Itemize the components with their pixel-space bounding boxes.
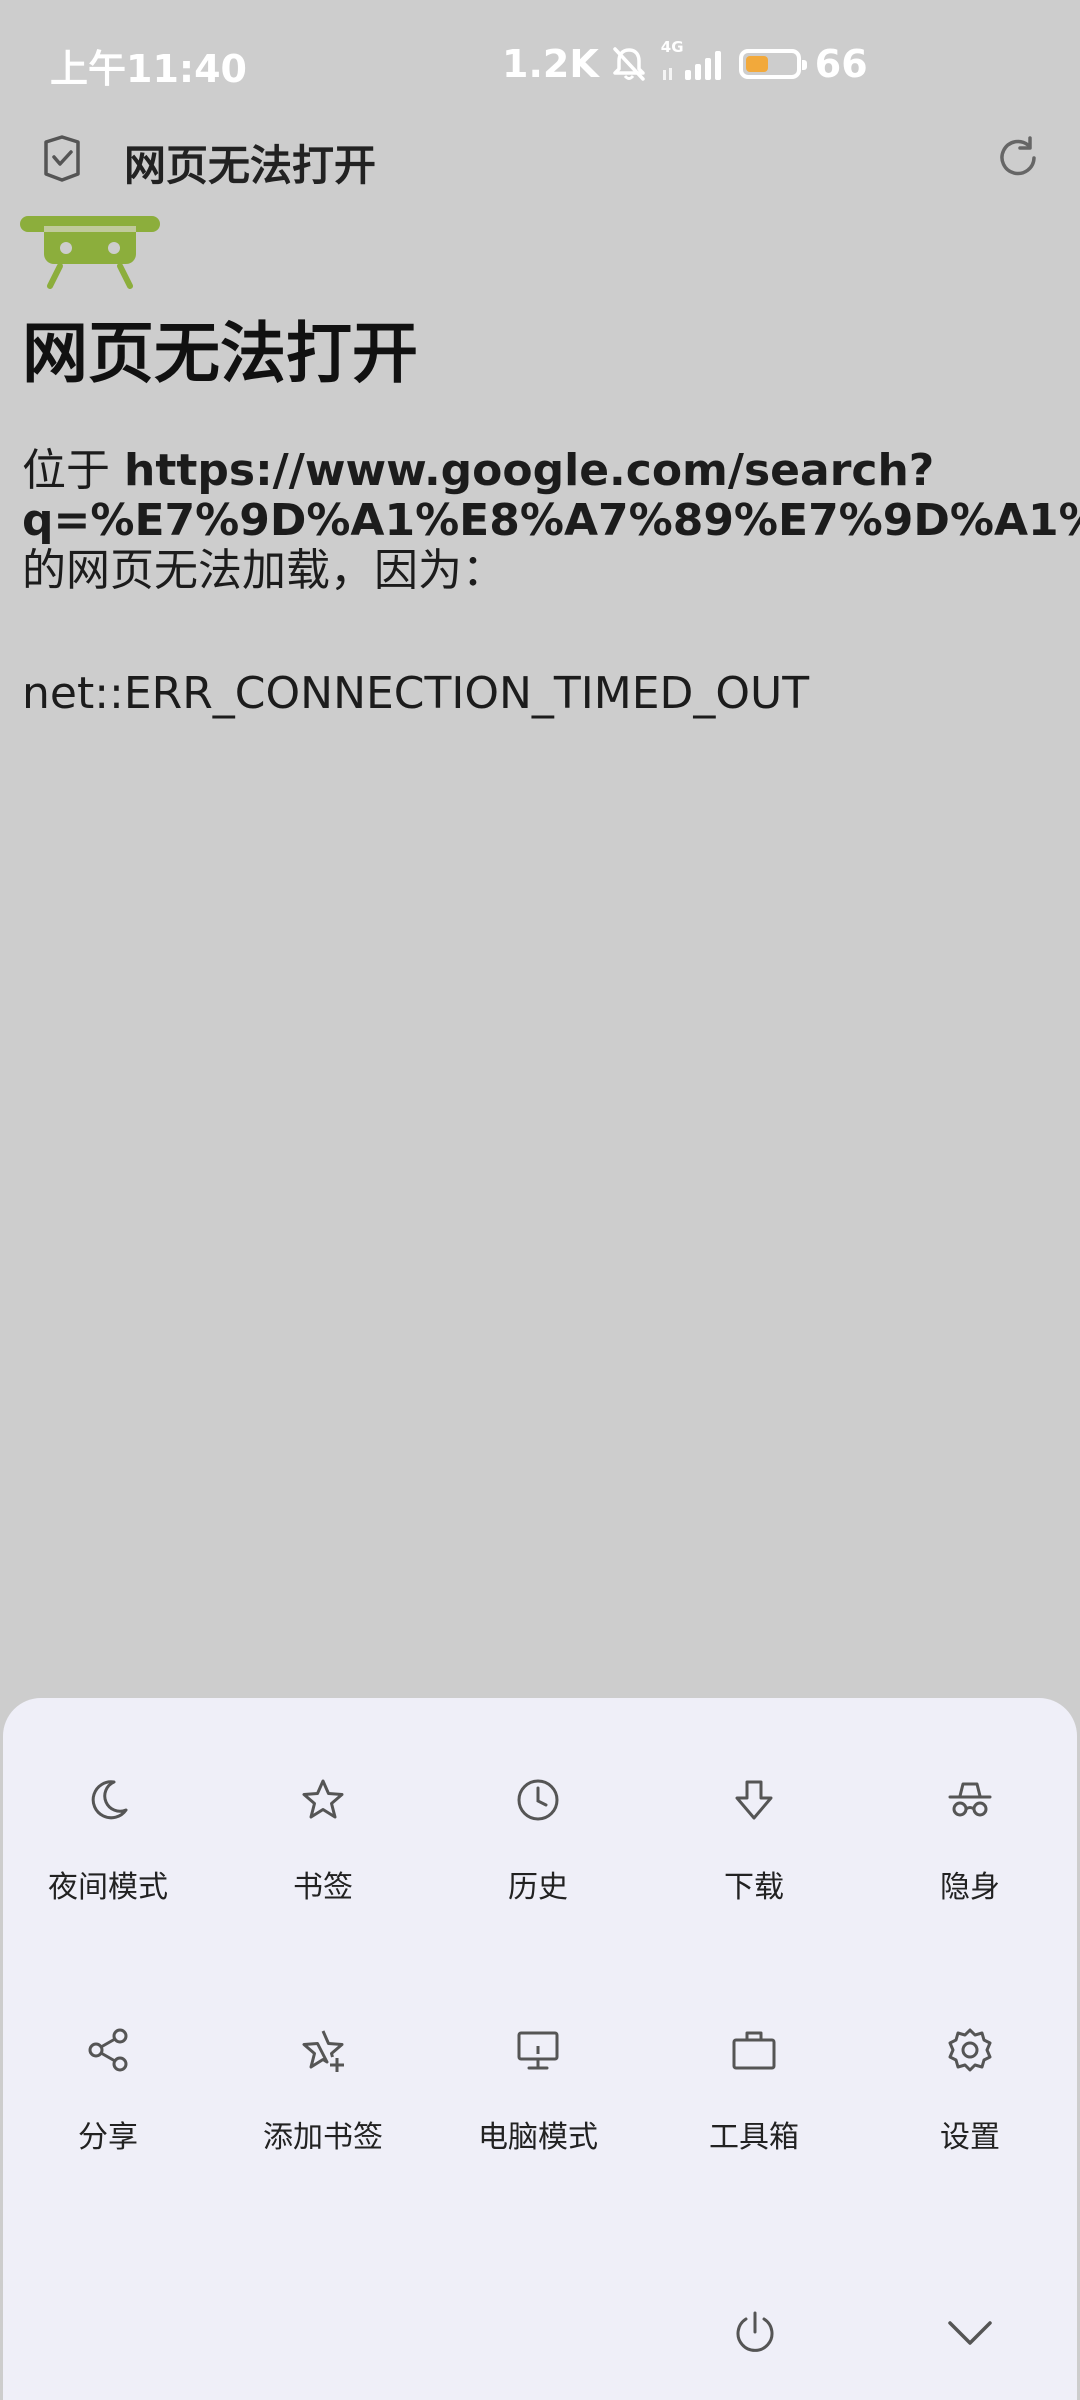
star-plus-icon [299,2026,347,2074]
failed-url-part2: q=%E7%9D%A1%E8%A7%89%E7%9D%A1%E8%A7%89 [22,495,1080,546]
menu-label-history: 历史 [508,1870,568,1905]
error-description: 位于 https://www.google.com/search? q=%E7%… [22,446,1080,596]
menu-label-bookmarks: 书签 [293,1870,353,1905]
bell-muted-icon [609,44,649,84]
shield-check-icon[interactable] [38,132,86,184]
menu-history[interactable]: 历史 [448,1776,628,1976]
menu-desktop-mode[interactable]: 电脑模式 [448,2026,628,2226]
signal-icon: 4G [659,38,729,84]
share-icon [84,2026,132,2074]
clock-icon [514,1776,562,1824]
status-bar: 上午11:40 1.2K 4G 66 [0,0,1080,128]
android-logo [20,216,160,292]
menu-label-night-mode: 夜间模式 [48,1870,168,1905]
page-title: 网页无法打开 [124,141,377,190]
prefix-text: 位于 [22,446,124,496]
menu-night-mode[interactable]: 夜间模式 [18,1776,198,1976]
error-heading: 网页无法打开 [22,315,418,392]
menu-downloads[interactable]: 下载 [664,1776,844,1976]
network-type-label: 4G [660,38,684,56]
menu-label-downloads: 下载 [724,1870,784,1905]
refresh-icon[interactable] [992,132,1044,184]
status-time: 上午11:40 [50,47,247,91]
status-indicators: 1.2K 4G 66 [502,36,868,92]
browser-screen: 上午11:40 1.2K 4G 66 网页无法打开 网页无法打开 位于 http… [0,0,1080,2400]
battery-icon [738,49,807,79]
toolbox-icon [730,2026,778,2074]
power-icon[interactable] [730,2308,780,2358]
failed-url-part1: https://www.google.com/search? [124,446,935,496]
menu-toolbox[interactable]: 工具箱 [664,2026,844,2226]
chevron-down-icon[interactable] [944,2308,996,2358]
menu-label-settings: 设置 [940,2120,1000,2155]
menu-incognito[interactable]: 隐身 [880,1776,1060,1976]
incognito-icon [946,1776,994,1824]
menu-label-incognito: 隐身 [940,1870,1000,1905]
menu-label-add-bookmark: 添加书签 [263,2120,383,2155]
menu-label-desktop-mode: 电脑模式 [478,2120,598,2155]
download-icon [730,1776,778,1824]
battery-percent: 66 [814,42,868,86]
net-speed: 1.2K [502,42,599,86]
title-bar: 网页无法打开 [0,118,1080,198]
suffix-text: 的网页无法加载，因为： [22,545,506,596]
menu-label-share: 分享 [78,2120,138,2155]
moon-icon [84,1776,132,1824]
battery-level-fill [745,56,768,72]
menu-settings[interactable]: 设置 [880,2026,1060,2226]
desktop-icon [514,2026,562,2074]
gear-icon [946,2026,994,2074]
error-code: net::ERR_CONNECTION_TIMED_OUT [22,668,810,719]
star-icon [299,1776,347,1824]
url-line-1: 位于 https://www.google.com/search? [22,446,1080,496]
menu-add-bookmark[interactable]: 添加书签 [233,2026,413,2226]
menu-share[interactable]: 分享 [18,2026,198,2226]
menu-bookmarks[interactable]: 书签 [233,1776,413,1976]
menu-label-toolbox: 工具箱 [709,2120,799,2155]
